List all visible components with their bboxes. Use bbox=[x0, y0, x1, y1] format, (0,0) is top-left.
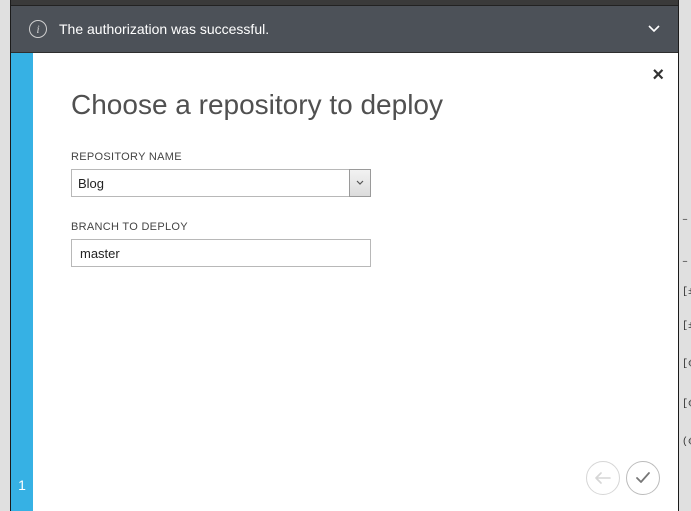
notification-text: The authorization was successful. bbox=[59, 21, 648, 37]
repo-select[interactable]: Blog bbox=[71, 169, 371, 197]
branch-input[interactable] bbox=[71, 239, 371, 267]
footer-buttons bbox=[586, 461, 660, 495]
repo-select-wrap: Blog bbox=[71, 169, 371, 197]
wizard-panel: × Choose a repository to deploy REPOSITO… bbox=[33, 53, 678, 511]
back-button[interactable] bbox=[586, 461, 620, 495]
notification-bar[interactable]: i The authorization was successful. bbox=[11, 6, 678, 52]
repo-label: REPOSITORY NAME bbox=[71, 151, 646, 163]
chevron-down-icon[interactable] bbox=[648, 25, 660, 33]
right-gutter: – – [±] [±] [¢] [¢] (¢) bbox=[681, 0, 691, 511]
content-row: 1 × Choose a repository to deploy REPOSI… bbox=[11, 53, 678, 511]
branch-label: BRANCH TO DEPLOY bbox=[71, 221, 646, 233]
info-icon: i bbox=[29, 20, 47, 38]
step-rail: 1 bbox=[11, 53, 33, 511]
close-icon[interactable]: × bbox=[652, 65, 664, 85]
wizard-shell: i The authorization was successful. 1 × … bbox=[10, 0, 679, 511]
step-number: 1 bbox=[11, 477, 33, 493]
page-title: Choose a repository to deploy bbox=[71, 89, 646, 121]
confirm-button[interactable] bbox=[626, 461, 660, 495]
